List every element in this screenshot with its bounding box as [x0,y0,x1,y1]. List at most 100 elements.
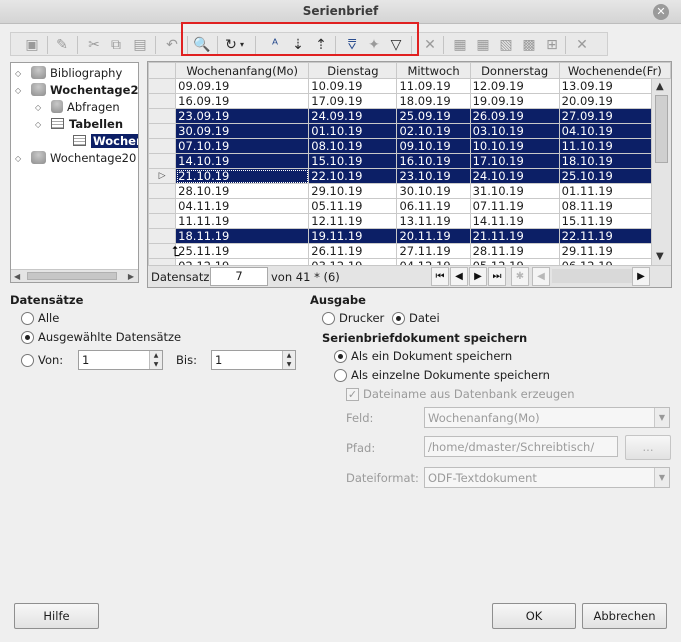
feld-dropdown[interactable]: Wochenanfang(Mo) ▼ [424,407,670,428]
table-cell[interactable]: 04.11.19 [175,198,310,214]
table-row[interactable]: 09.09.19 10.09.19 11.09.19 12.09.19 13.09.19 [148,78,671,94]
spin-buttons[interactable]: ▲ ▼ [282,351,295,369]
collapse-icon[interactable]: ◇ [15,69,21,78]
close-icon[interactable]: ✕ [573,36,591,54]
table-cell[interactable]: 12.11.19 [308,213,398,229]
window-close-button[interactable]: ✕ [653,4,669,20]
expand-icon[interactable]: ◇ [15,154,21,163]
row-header[interactable] [148,78,177,94]
table-cell[interactable]: 15.10.19 [308,153,398,169]
expand-icon[interactable]: ◇ [35,120,41,129]
mail-merge-icon[interactable]: ▧ [497,36,515,54]
table-cell[interactable]: 14.10.19 [175,153,310,169]
table-row[interactable]: ▷ 21.10.19 22.10.19 23.10.19 24.10.19 25.10.1… [148,168,671,184]
tree-item-bibliography[interactable]: Bibliography [31,65,122,81]
scroll-up-icon[interactable]: ▲ [656,81,664,92]
row-header[interactable] [148,228,177,244]
browse-button[interactable]: ... [625,435,671,460]
dateiformat-dropdown[interactable]: ODF-Textdokument ▼ [424,467,670,488]
table-row[interactable]: 28.10.19 29.10.19 30.10.19 31.10.19 01.11.19 [148,183,671,199]
scroll-left-icon[interactable]: ◀ [14,270,20,282]
row-header[interactable] [148,183,177,199]
table-cell[interactable]: 29.10.19 [308,183,398,199]
scroll-right-icon[interactable]: ▶ [128,270,134,282]
dateiname-checkbox-label[interactable]: Dateiname aus Datenbank erzeugen [363,387,575,401]
table-row[interactable]: 25.11.19 26.11.19 27.11.19 28.11.19 29.11.19 [148,243,671,259]
column-header[interactable]: Mittwoch [396,62,471,79]
radio-alle-label[interactable]: Alle [38,311,59,325]
table-cell[interactable]: 16.09.19 [175,93,310,109]
table-cell[interactable]: 22.10.19 [308,168,398,184]
edit-icon[interactable]: ✎ [53,36,71,54]
table-cell[interactable]: 12.09.19 [469,78,560,94]
column-header[interactable]: Wochenanfang(Mo) [175,62,310,79]
expand-icon[interactable]: ◇ [15,86,21,95]
table-row[interactable]: 04.11.19 05.11.19 06.11.19 07.11.19 08.11.19 [148,198,671,214]
tree-item-wochentage2[interactable]: Wochentage2 [31,82,138,98]
first-record-icon[interactable]: ⏮ [431,267,449,286]
table-cell[interactable]: 25.11.19 [175,243,310,259]
radio-datei-label[interactable]: Datei [409,311,440,325]
table-cell[interactable]: 08.10.19 [308,138,398,154]
table-cell[interactable]: 11.11.19 [175,213,310,229]
table-row[interactable]: 30.09.19 01.10.19 02.10.19 03.10.19 04.10.19 [148,123,671,139]
ok-button[interactable]: OK [492,603,576,629]
table-cell[interactable]: 05.11.19 [308,198,398,214]
table-row[interactable]: 23.09.19 24.09.19 25.09.19 26.09.19 27.09.19 [148,108,671,124]
table-cell[interactable]: 17.09.19 [308,93,398,109]
radio-als-einzelne-label[interactable]: Als einzelne Dokumente speichern [351,368,550,382]
column-header[interactable]: Donnerstag [469,62,560,79]
table-cell[interactable]: 01.10.19 [308,123,398,139]
copy-icon[interactable]: ⧉ [107,36,125,54]
new-record-icon[interactable]: ✱ [511,267,529,286]
save-icon[interactable]: ▣ [23,36,41,54]
table-cell[interactable]: 16.10.19 [396,153,471,169]
cancel-button[interactable]: Abbrechen [582,603,667,629]
table-cell[interactable]: 07.11.19 [469,198,560,214]
von-spinner[interactable]: 1 ▲ ▼ [78,350,163,370]
row-header[interactable] [148,153,177,169]
table-row[interactable]: 07.10.19 08.10.19 09.10.19 10.10.19 11.10.19 [148,138,671,154]
row-header[interactable] [148,108,177,124]
table-cell[interactable]: 07.10.19 [175,138,310,154]
table-cell[interactable]: 11.09.19 [396,78,471,94]
spin-buttons[interactable]: ▲ ▼ [149,351,162,369]
table-cell[interactable]: 25.09.19 [396,108,471,124]
grid-horizontal-scrollbar[interactable] [552,269,632,283]
grid-vertical-scrollbar[interactable]: ▲ ▼ [651,79,671,265]
help-button[interactable]: Hilfe [14,603,99,629]
table-cell[interactable]: 02.10.19 [396,123,471,139]
cut-icon[interactable]: ✂ [85,36,103,54]
radio-datei[interactable] [392,312,405,325]
table-cell[interactable]: 09.09.19 [175,78,310,94]
dateiname-checkbox[interactable]: ✓ [346,388,359,401]
row-header[interactable] [148,198,177,214]
table-row[interactable]: 18.11.19 19.11.19 20.11.19 21.11.19 22.11.19 [148,228,671,244]
table-cell[interactable]: 18.11.19 [175,228,310,244]
table-cell[interactable]: 10.09.19 [308,78,398,94]
table-cell[interactable]: 03.10.19 [469,123,560,139]
table-row[interactable]: 11.11.19 12.11.19 13.11.19 14.11.19 15.11.19 [148,213,671,229]
table-row[interactable]: 16.09.19 17.09.19 18.09.19 19.09.19 20.09.19 [148,93,671,109]
table-cell[interactable]: 28.10.19 [175,183,310,199]
radio-als-einzelne[interactable] [334,369,347,382]
scrollbar-thumb[interactable] [655,95,668,163]
last-record-icon[interactable]: ⏭ [488,267,506,286]
radio-als-ein-dokument[interactable] [334,350,347,363]
table-cell[interactable]: 28.11.19 [469,243,560,259]
table-cell[interactable]: 17.10.19 [469,153,560,169]
row-header[interactable] [148,123,177,139]
column-header[interactable]: Wochenende(Fr) [558,62,671,79]
table-row[interactable]: 14.10.19 15.10.19 16.10.19 17.10.19 18.10.19 [148,153,671,169]
table-cell[interactable]: 30.09.19 [175,123,310,139]
table-cell[interactable]: 09.10.19 [396,138,471,154]
table-cell[interactable]: 26.09.19 [469,108,560,124]
chevron-down-icon[interactable]: ▼ [654,408,669,427]
table-cell[interactable]: 24.10.19 [469,168,560,184]
data-to-text-icon[interactable]: ▦ [451,36,469,54]
table-cell[interactable]: 31.10.19 [469,183,560,199]
tree-item-wochen[interactable]: Wochen [73,133,138,149]
row-header[interactable] [148,138,177,154]
tree-item-abfragen[interactable]: Abfragen [51,99,120,115]
table-cell[interactable]: 13.11.19 [396,213,471,229]
